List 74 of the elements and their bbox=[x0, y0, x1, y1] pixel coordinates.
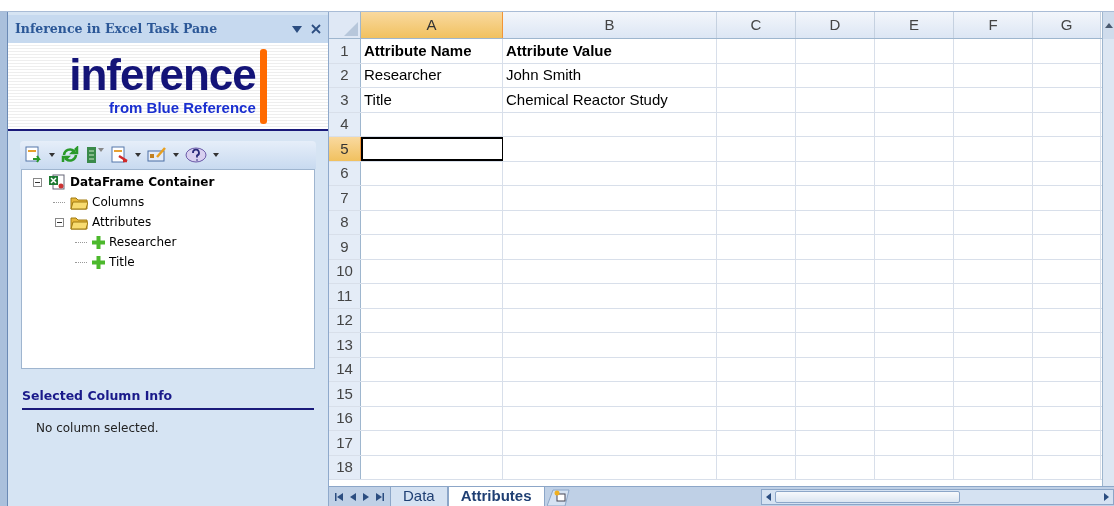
sheet-tab[interactable]: Attributes bbox=[447, 486, 545, 506]
tree-item[interactable]: Title bbox=[109, 253, 135, 271]
row-header[interactable]: 8 bbox=[329, 210, 361, 234]
caret-icon[interactable] bbox=[173, 153, 179, 157]
tree-item[interactable]: DataFrame Container bbox=[70, 173, 215, 191]
help-icon[interactable] bbox=[185, 147, 207, 163]
cell-text: Researcher bbox=[364, 65, 442, 85]
plus-icon bbox=[92, 235, 105, 249]
cell-text: Attribute Value bbox=[506, 40, 612, 61]
column-header[interactable]: B bbox=[503, 12, 717, 38]
caret-icon[interactable] bbox=[135, 153, 141, 157]
next-sheet-icon[interactable] bbox=[363, 492, 369, 501]
scroll-up-icon[interactable] bbox=[1104, 23, 1113, 28]
first-sheet-icon[interactable] bbox=[335, 492, 343, 501]
tree-item[interactable]: Attributes bbox=[92, 213, 152, 231]
pane-title: Inference in Excel Task Pane bbox=[15, 19, 219, 38]
row-header[interactable]: 11 bbox=[329, 284, 361, 308]
caret-icon[interactable] bbox=[49, 153, 55, 157]
tree-item[interactable]: Researcher bbox=[109, 233, 177, 251]
dropdown-icon[interactable] bbox=[292, 25, 302, 33]
tree-item[interactable]: Columns bbox=[92, 193, 145, 211]
info-text: No column selected. bbox=[36, 420, 160, 437]
cell-text: John Smith bbox=[506, 65, 582, 85]
vertical-scrollbar[interactable] bbox=[1102, 12, 1114, 486]
export-icon[interactable] bbox=[111, 146, 129, 164]
triangle-icon bbox=[344, 22, 358, 36]
logo-tagline: from Blue Reference bbox=[109, 97, 256, 118]
column-header[interactable]: G bbox=[1033, 12, 1101, 38]
filter-icon[interactable] bbox=[85, 146, 105, 164]
row-header[interactable]: 9 bbox=[329, 235, 361, 259]
previous-sheet-icon[interactable] bbox=[350, 492, 356, 501]
last-sheet-icon[interactable] bbox=[376, 492, 384, 501]
row-header[interactable]: 5 bbox=[329, 137, 361, 161]
edit-icon[interactable] bbox=[147, 147, 167, 163]
section-heading: Selected Column Info bbox=[22, 388, 173, 403]
cell-text: Title bbox=[364, 89, 392, 110]
close-icon[interactable] bbox=[311, 24, 321, 34]
horizontal-scrollbar[interactable] bbox=[760, 488, 1114, 505]
import-icon[interactable] bbox=[25, 146, 43, 164]
row-header[interactable]: 18 bbox=[329, 455, 361, 479]
row-header[interactable]: 1 bbox=[329, 39, 361, 63]
folder-icon bbox=[70, 214, 88, 230]
row-header[interactable]: 15 bbox=[329, 382, 361, 406]
folder-icon bbox=[70, 194, 88, 210]
collapse-icon[interactable] bbox=[54, 217, 64, 227]
collapse-icon[interactable] bbox=[32, 177, 42, 187]
row-header[interactable]: 17 bbox=[329, 431, 361, 455]
plus-icon bbox=[92, 255, 105, 269]
column-header[interactable]: D bbox=[796, 12, 875, 38]
caret-icon[interactable] bbox=[213, 153, 219, 157]
scroll-left-icon[interactable] bbox=[765, 492, 771, 501]
row-header[interactable]: 7 bbox=[329, 186, 361, 210]
active-cell[interactable] bbox=[361, 137, 503, 161]
scroll-right-icon[interactable] bbox=[1104, 492, 1109, 501]
row-header[interactable]: 16 bbox=[329, 406, 361, 430]
column-header[interactable]: C bbox=[717, 12, 796, 38]
cell-text: Chemical Reactor Study bbox=[506, 89, 668, 110]
row-header[interactable]: 10 bbox=[329, 259, 361, 283]
insert-sheet-icon[interactable] bbox=[546, 487, 571, 506]
column-header[interactable]: F bbox=[954, 12, 1033, 38]
row-header[interactable]: 13 bbox=[329, 333, 361, 357]
logo-wordmark: inference bbox=[69, 52, 256, 97]
row-header[interactable]: 6 bbox=[329, 161, 361, 185]
column-header[interactable]: E bbox=[875, 12, 954, 38]
column-header[interactable]: A bbox=[361, 12, 503, 38]
cell-text: Attribute Name bbox=[364, 40, 472, 61]
row-header[interactable]: 14 bbox=[329, 357, 361, 381]
row-header[interactable]: 12 bbox=[329, 308, 361, 332]
spreadsheet-icon bbox=[48, 174, 66, 190]
row-header[interactable]: 3 bbox=[329, 88, 361, 112]
row-header[interactable]: 4 bbox=[329, 112, 361, 136]
sheet-tab[interactable]: Data bbox=[390, 486, 448, 506]
row-header[interactable]: 2 bbox=[329, 63, 361, 87]
refresh-icon[interactable] bbox=[61, 146, 79, 164]
